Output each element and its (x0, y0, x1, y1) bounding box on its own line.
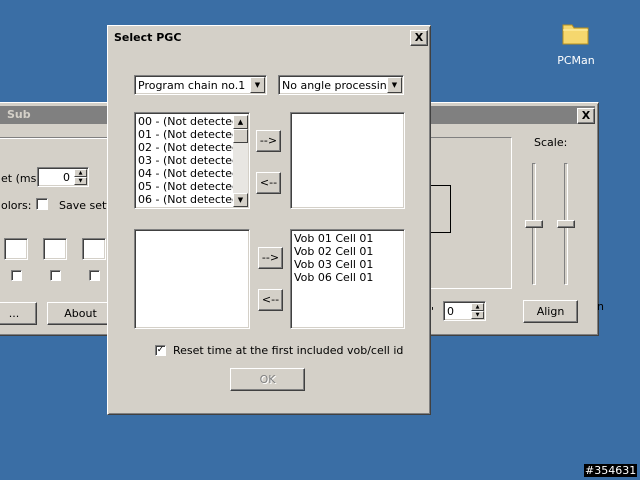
add-button[interactable]: --> (256, 130, 281, 152)
list-item[interactable]: 02 - (Not detected) (138, 141, 243, 154)
color-swatch-3[interactable] (82, 238, 106, 260)
separator (0, 137, 118, 139)
desktop-icon-label: PCMan (557, 54, 595, 67)
source-list-bottom[interactable] (134, 229, 250, 329)
about-button[interactable]: About (47, 302, 114, 325)
background-window-sub[interactable]: Sub et (ms): 0 ▲ ▼ olors: Save setti ...… (0, 102, 122, 336)
list-item[interactable]: 06 - (Not detected) (138, 193, 243, 206)
reset-time-checkbox[interactable]: ✓ (155, 345, 166, 356)
angle-select[interactable]: No angle processing ▼ (278, 75, 404, 95)
spin-down-button[interactable]: ▼ (74, 177, 87, 185)
chevron-down-icon[interactable]: ▼ (387, 77, 402, 93)
offset-value: 0 (63, 171, 70, 184)
list-item[interactable]: 05 - (Not detected) (138, 180, 243, 193)
color-checkbox-1[interactable] (11, 270, 22, 281)
window-title: Sub (0, 106, 118, 124)
close-icon[interactable]: X (410, 30, 428, 46)
spin-up-button[interactable]: ▲ (74, 169, 87, 177)
list-item[interactable]: 04 - (Not detected) (138, 167, 243, 180)
color-checkbox-3[interactable] (89, 270, 100, 281)
close-icon[interactable]: X (577, 108, 595, 124)
folder-icon (562, 24, 589, 45)
scale-slider-thumb-2[interactable] (557, 220, 575, 228)
list-item[interactable]: 00 - (Not detected) (138, 115, 243, 128)
value-text: 0 (447, 305, 454, 318)
list-item[interactable]: 01 - (Not detected) (138, 128, 243, 141)
remove-button[interactable]: <-- (256, 172, 281, 194)
select-pgc-dialog[interactable]: Select PGC X Program chain no.1 ▼ No ang… (107, 25, 431, 415)
color-swatch-1[interactable] (4, 238, 28, 260)
scale-label: Scale: (534, 136, 568, 149)
ellipsis-button[interactable]: ... (0, 302, 37, 325)
cells-list[interactable]: Vob 01 Cell 01 Vob 02 Cell 01 Vob 03 Cel… (290, 229, 405, 329)
remove-cell-button[interactable]: <-- (258, 289, 283, 311)
preview-line (430, 185, 451, 233)
align-button[interactable]: Align (523, 300, 578, 323)
program-chain-select[interactable]: Program chain no.1 ▼ (134, 75, 267, 95)
offset-input[interactable]: 0 ▲ ▼ (37, 167, 89, 187)
list-item[interactable]: Vob 03 Cell 01 (294, 258, 373, 271)
scroll-down-icon[interactable]: ▼ (233, 193, 248, 207)
selected-list-top[interactable] (290, 112, 405, 209)
scrollbar[interactable]: ▲ ▼ (233, 115, 248, 207)
ok-button[interactable]: OK (230, 368, 305, 391)
field-label: ' (431, 305, 435, 318)
desktop-icon-pcman[interactable]: PCMan (556, 18, 596, 68)
color-checkbox-2[interactable] (50, 270, 61, 281)
watermark-text: #354631 (584, 464, 638, 477)
background-window-right[interactable]: X Scale: ' 0 ▲ ▼ Align (425, 102, 599, 336)
value-input[interactable]: 0 ▲ ▼ (443, 301, 486, 321)
available-list[interactable]: 00 - (Not detected) 01 - (Not detected) … (134, 112, 250, 209)
spin-down-button[interactable]: ▼ (471, 311, 484, 319)
colors-label: olors: (1, 199, 32, 212)
angle-value: No angle processing (282, 79, 394, 92)
colors-checkbox[interactable] (36, 198, 48, 210)
scroll-up-icon[interactable]: ▲ (233, 115, 248, 129)
list-item[interactable]: Vob 01 Cell 01 (294, 232, 373, 245)
spin-up-button[interactable]: ▲ (471, 303, 484, 311)
dialog-title: Select PGC (111, 29, 427, 47)
add-cell-button[interactable]: --> (258, 247, 283, 269)
chevron-down-icon[interactable]: ▼ (250, 77, 265, 93)
edge-text: n (597, 300, 604, 313)
list-item[interactable]: 03 - (Not detected) (138, 154, 243, 167)
program-chain-value: Program chain no.1 (138, 79, 246, 92)
list-item[interactable]: Vob 06 Cell 01 (294, 271, 373, 284)
save-settings-label: Save setti (59, 199, 114, 212)
color-swatch-2[interactable] (43, 238, 67, 260)
scroll-thumb[interactable] (233, 129, 248, 143)
list-item[interactable]: Vob 02 Cell 01 (294, 245, 373, 258)
scale-slider-thumb-1[interactable] (525, 220, 543, 228)
reset-time-label: Reset time at the first included vob/cel… (173, 344, 404, 357)
window-titlebar (429, 106, 595, 124)
